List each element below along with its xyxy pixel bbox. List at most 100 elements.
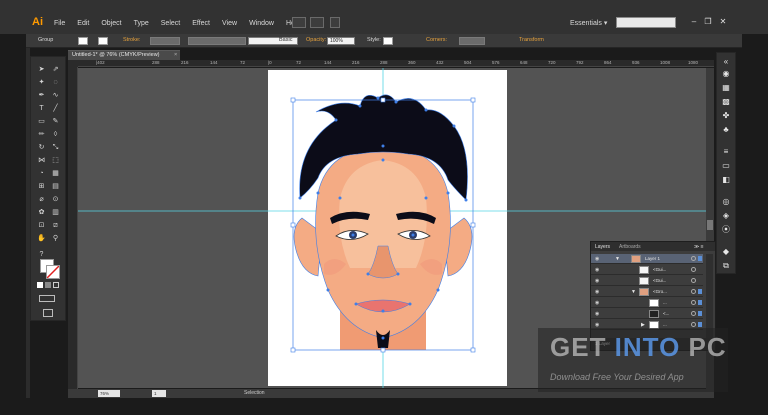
visibility-icon[interactable]: ◉ xyxy=(595,300,599,306)
minimize-button[interactable]: – xyxy=(688,16,700,27)
target-icon[interactable] xyxy=(691,289,696,294)
stroke-panel-icon[interactable]: ≡ xyxy=(720,147,732,157)
bounding-handle[interactable] xyxy=(290,347,296,353)
tab-layers[interactable]: Layers xyxy=(595,244,610,250)
direct-selection-tool-icon[interactable]: ⇗ xyxy=(50,65,61,74)
maximize-button[interactable]: ❐ xyxy=(702,16,714,27)
target-icon[interactable] xyxy=(691,300,696,305)
search-input[interactable] xyxy=(616,17,676,28)
close-window-button[interactable]: ✕ xyxy=(717,16,729,27)
lasso-tool-icon[interactable]: ◌ xyxy=(50,78,61,87)
magic-wand-tool-icon[interactable]: ✦ xyxy=(36,78,47,87)
color-guide-icon[interactable]: ▦ xyxy=(720,83,732,93)
document-tab[interactable]: Untitled-1* @ 76% (CMYK/Preview) × xyxy=(68,50,180,60)
panel-menu-icon[interactable]: ≫ ≡ xyxy=(694,244,704,250)
horizontal-ruler[interactable]: |402 288 216 144 72 |0 72 144 216 288 36… xyxy=(78,60,714,67)
stroke-weight-field[interactable] xyxy=(150,37,180,45)
column-graph-tool-icon[interactable]: ▥ xyxy=(50,208,61,217)
layer-row[interactable]: ◉ ... xyxy=(591,298,703,308)
blend-tool-icon[interactable]: ⊙ xyxy=(50,195,61,204)
pen-tool-icon[interactable]: ✒ xyxy=(36,91,47,100)
arrange-documents-button[interactable] xyxy=(310,17,324,28)
line-tool-icon[interactable]: ╱ xyxy=(50,104,61,113)
transform-label[interactable]: Transform xyxy=(519,37,544,43)
menu-type[interactable]: Type xyxy=(134,20,149,27)
artboard-number-field[interactable]: 1 xyxy=(152,390,166,397)
bounding-handle[interactable] xyxy=(380,97,386,103)
color-panel-icon[interactable]: ◉ xyxy=(720,69,732,79)
transparency-icon[interactable]: ◧ xyxy=(720,175,732,185)
brushes-icon[interactable]: ✤ xyxy=(720,111,732,121)
tab-artboards[interactable]: Artboards xyxy=(619,244,641,250)
align-icon[interactable]: ⦿ xyxy=(720,225,732,235)
visibility-icon[interactable]: ◉ xyxy=(595,267,599,273)
layer-row[interactable]: ◉ <... xyxy=(591,309,703,319)
graphic-styles-icon[interactable]: ◈ xyxy=(720,211,732,221)
artboard-tool-icon[interactable]: ⊡ xyxy=(36,221,47,230)
slice-tool-icon[interactable]: ⧄ xyxy=(50,221,61,230)
stroke-label[interactable]: Stroke: xyxy=(123,37,140,43)
stroke-color-swatch[interactable] xyxy=(46,265,60,279)
zoom-tool-icon[interactable]: ⚲ xyxy=(50,234,61,243)
vertical-ruler[interactable] xyxy=(68,67,78,389)
symbol-sprayer-tool-icon[interactable]: ✿ xyxy=(36,208,47,217)
mesh-tool-icon[interactable]: ⊞ xyxy=(36,182,47,191)
bridge-button[interactable] xyxy=(292,17,306,28)
gradient-tool-icon[interactable]: ▤ xyxy=(50,182,61,191)
gradient-panel-icon[interactable]: ▭ xyxy=(720,161,732,171)
selection-indicator[interactable] xyxy=(698,256,702,261)
width-tool-icon[interactable]: ⋈ xyxy=(36,156,47,165)
eyedropper-tool-icon[interactable]: ⌀ xyxy=(36,195,47,204)
rectangle-tool-icon[interactable]: ▭ xyxy=(36,117,47,126)
menu-edit[interactable]: Edit xyxy=(77,20,89,27)
visibility-icon[interactable]: ◉ xyxy=(595,256,599,262)
layer-row[interactable]: ◉ ▼ Layer 1 xyxy=(591,254,703,264)
free-transform-tool-icon[interactable]: ⬚ xyxy=(50,156,61,165)
corners-field[interactable] xyxy=(459,37,485,45)
none-mode-icon[interactable] xyxy=(53,282,59,288)
perspective-grid-tool-icon[interactable]: ▦ xyxy=(50,169,61,178)
curvature-tool-icon[interactable]: ∿ xyxy=(50,91,61,100)
shape-builder-tool-icon[interactable]: ◔ xyxy=(36,169,47,178)
layer-row[interactable]: ◉ ▼ <Gro... xyxy=(591,287,703,297)
scroll-thumb[interactable] xyxy=(707,220,713,230)
fill-swatch[interactable] xyxy=(78,37,88,45)
swatches-icon[interactable]: ▩ xyxy=(720,97,732,107)
artboards-panel-icon[interactable]: ⧉ xyxy=(720,261,732,271)
menu-file[interactable]: File xyxy=(54,20,65,27)
selection-indicator[interactable] xyxy=(698,289,702,294)
workspace-switcher[interactable]: Essentials ▾ xyxy=(570,19,607,27)
type-tool-icon[interactable]: T xyxy=(36,104,47,113)
menu-window[interactable]: Window xyxy=(249,20,274,27)
bounding-handle[interactable] xyxy=(290,97,296,103)
stroke-swatch[interactable] xyxy=(98,37,108,45)
menu-object[interactable]: Object xyxy=(101,20,121,27)
help-icon[interactable]: ? xyxy=(36,250,47,259)
gradient-mode-icon[interactable] xyxy=(45,282,51,288)
target-icon[interactable] xyxy=(691,322,696,327)
variable-width-profile[interactable] xyxy=(188,37,246,45)
bounding-handle[interactable] xyxy=(380,347,386,353)
menu-effect[interactable]: Effect xyxy=(192,20,210,27)
corners-label[interactable]: Corners: xyxy=(426,37,447,43)
selection-indicator[interactable] xyxy=(698,322,702,327)
scale-tool-icon[interactable]: ⤡ xyxy=(50,143,61,152)
bounding-handle[interactable] xyxy=(470,347,476,353)
target-icon[interactable] xyxy=(691,267,696,272)
graphic-style-swatch[interactable] xyxy=(383,37,393,45)
target-icon[interactable] xyxy=(691,256,696,261)
hand-tool-icon[interactable]: ✋ xyxy=(36,234,47,243)
bounding-handle[interactable] xyxy=(290,222,296,228)
visibility-icon[interactable]: ◉ xyxy=(595,289,599,295)
zoom-field[interactable]: 76% xyxy=(98,390,120,397)
symbols-icon[interactable]: ♣ xyxy=(720,125,732,135)
appearance-icon[interactable]: ◎ xyxy=(720,197,732,207)
selection-indicator[interactable] xyxy=(698,311,702,316)
target-icon[interactable] xyxy=(691,311,696,316)
visibility-icon[interactable]: ◉ xyxy=(595,278,599,284)
screen-mode-icon[interactable] xyxy=(43,309,53,317)
opacity-label[interactable]: Opacity: xyxy=(306,37,326,43)
paintbrush-tool-icon[interactable]: ✎ xyxy=(50,117,61,126)
collapse-panels-icon[interactable]: « xyxy=(720,57,732,67)
eraser-tool-icon[interactable]: ◊ xyxy=(50,130,61,139)
